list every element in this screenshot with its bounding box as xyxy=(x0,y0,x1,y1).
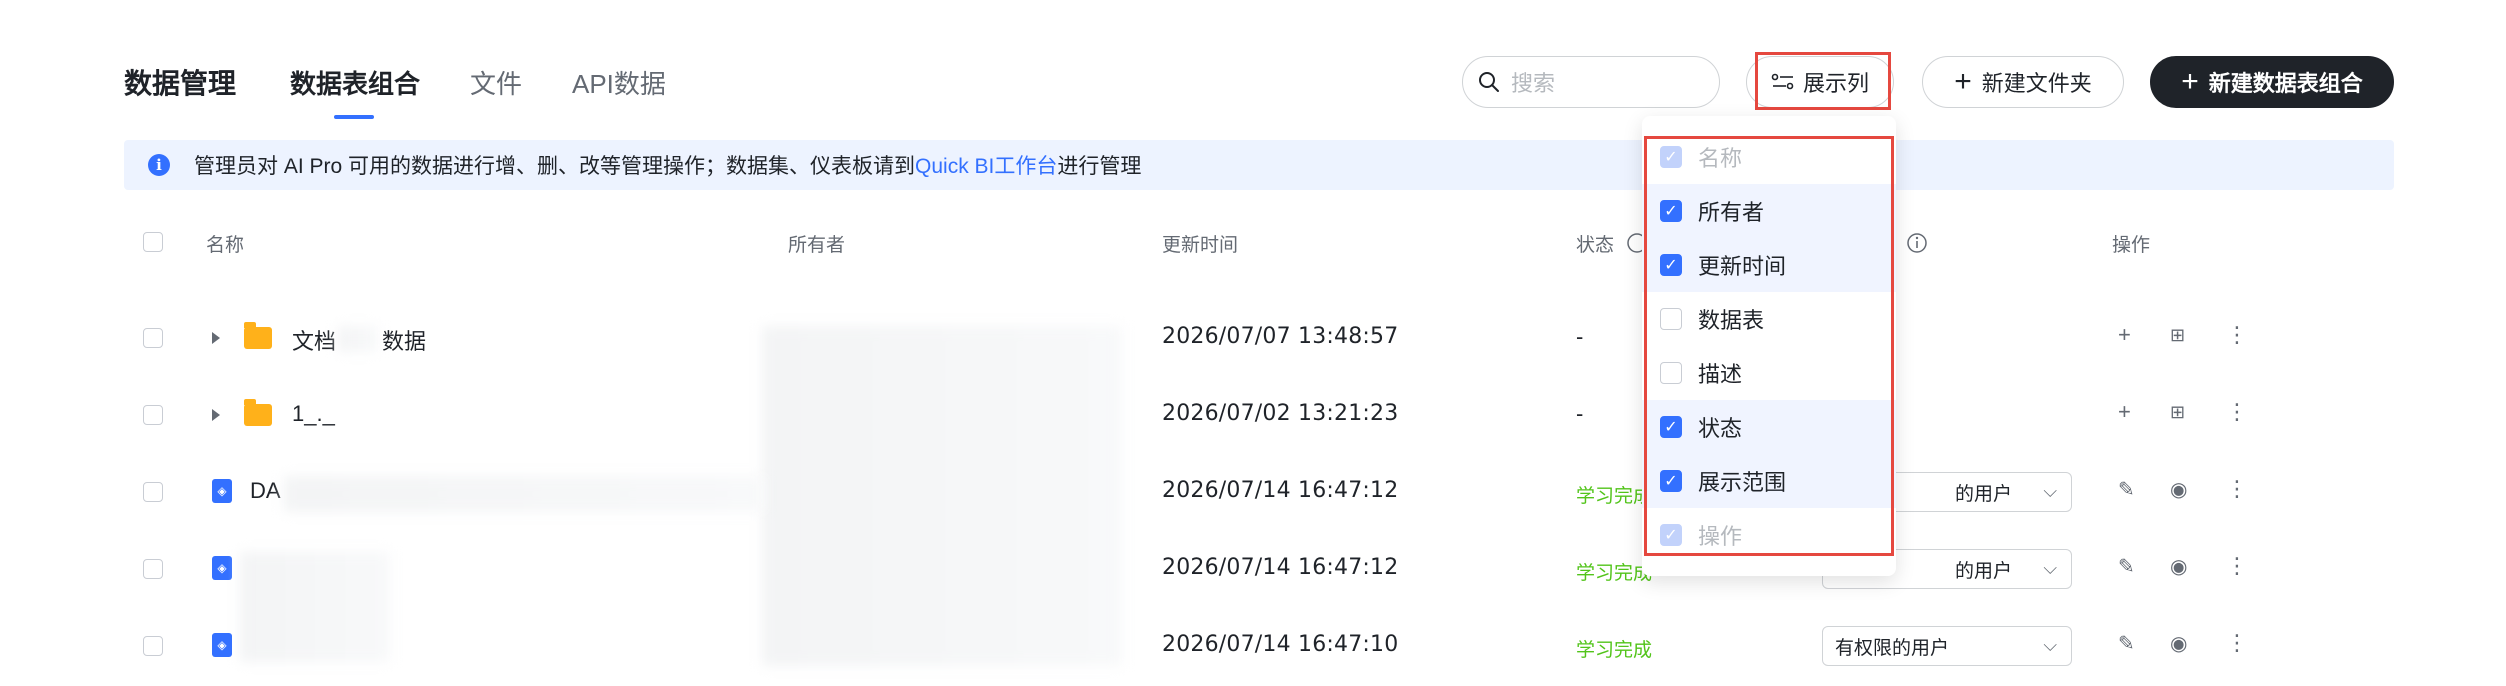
chevron-down-icon: ⌵ xyxy=(2043,558,2057,578)
expand-caret-icon[interactable] xyxy=(212,409,220,421)
row-status: - xyxy=(1576,324,1584,349)
info-icon: i xyxy=(148,154,170,176)
view-icon[interactable]: ◉ xyxy=(2170,634,2187,654)
new-subfolder-icon[interactable]: ⊞ xyxy=(2170,326,2185,344)
info-notice: i 管理员对 AI Pro 可用的数据进行增、删、改等管理操作；数据集、仪表板请… xyxy=(124,140,2394,190)
row-name-suffix[interactable]: 数据 xyxy=(382,324,426,356)
column-header-actions: 操作 xyxy=(2112,235,2151,256)
tab-data-table-combo[interactable]: 数据表组合 xyxy=(290,64,420,101)
new-combo-button[interactable]: + 新建数据表组合 xyxy=(2150,56,2394,108)
row-checkbox[interactable] xyxy=(143,328,163,348)
chevron-down-icon: ⌵ xyxy=(2043,635,2057,655)
row-checkbox[interactable] xyxy=(143,559,163,579)
more-icon[interactable]: ⋮ xyxy=(2226,555,2248,577)
edit-icon[interactable]: ✎ xyxy=(2118,480,2135,500)
scope-info-icon[interactable] xyxy=(1906,232,1928,254)
row-updated-time: 2026/07/07 13:48:57 xyxy=(1162,324,1399,349)
more-icon[interactable]: ⋮ xyxy=(2226,401,2248,423)
new-folder-label: 新建文件夹 xyxy=(1981,71,2092,96)
scope-value: 有权限的用户 xyxy=(1835,637,1950,659)
scope-value: 的用户 xyxy=(1955,560,2013,582)
row-name[interactable]: 文档 xyxy=(292,324,336,356)
row-checkbox[interactable] xyxy=(143,636,163,656)
search-icon xyxy=(1479,72,1499,92)
edit-icon[interactable]: ✎ xyxy=(2118,634,2135,654)
row-status: - xyxy=(1576,401,1584,426)
owner-redacted-area xyxy=(762,326,1122,666)
chevron-down-icon: ⌵ xyxy=(2043,481,2057,501)
row-checkbox[interactable] xyxy=(143,482,163,502)
scope-value: 的用户 xyxy=(1955,483,2013,505)
row-name[interactable]: DA xyxy=(250,478,281,504)
add-icon[interactable]: + xyxy=(2118,401,2131,423)
row-status: 学习完成 xyxy=(1576,563,1653,584)
dataset-icon: ◈ xyxy=(212,633,232,657)
name-redacted xyxy=(284,476,764,512)
row-status: 学习完成 xyxy=(1576,486,1653,507)
column-header-name: 名称 xyxy=(206,235,245,256)
view-icon[interactable]: ◉ xyxy=(2170,480,2187,500)
row-updated-time: 2026/07/14 16:47:12 xyxy=(1162,555,1399,580)
folder-icon xyxy=(244,322,272,349)
quick-bi-link[interactable]: Quick BI工作台 xyxy=(915,150,1057,180)
folder-icon xyxy=(244,399,272,426)
plus-icon: + xyxy=(2181,65,2199,98)
search-input[interactable]: 搜索 xyxy=(1462,56,1720,108)
name-redacted xyxy=(338,326,378,352)
name-redacted xyxy=(240,552,390,662)
more-icon[interactable]: ⋮ xyxy=(2226,324,2248,346)
highlight-annotation-dropdown xyxy=(1644,136,1894,556)
row-checkbox[interactable] xyxy=(143,405,163,425)
add-icon[interactable]: + xyxy=(2118,324,2131,346)
row-updated-time: 2026/07/14 16:47:12 xyxy=(1162,478,1399,503)
row-status: 学习完成 xyxy=(1576,640,1653,661)
more-icon[interactable]: ⋮ xyxy=(2226,478,2248,500)
edit-icon[interactable]: ✎ xyxy=(2118,557,2135,577)
more-icon[interactable]: ⋮ xyxy=(2226,632,2248,654)
page-title: 数据管理 xyxy=(124,68,237,99)
notice-text: 管理员对 AI Pro 可用的数据进行增、删、改等管理操作；数据集、仪表板请到 xyxy=(194,155,916,178)
expand-caret-icon[interactable] xyxy=(212,332,220,344)
tab-files[interactable]: 文件 xyxy=(470,64,522,101)
new-folder-button[interactable]: + 新建文件夹 xyxy=(1922,56,2124,108)
highlight-annotation-button xyxy=(1755,52,1891,110)
column-header-updated: 更新时间 xyxy=(1162,235,1239,256)
plus-icon: + xyxy=(1954,65,1972,98)
column-header-status: 状态 xyxy=(1576,235,1615,256)
new-combo-label: 新建数据表组合 xyxy=(2208,71,2363,96)
search-placeholder: 搜索 xyxy=(1511,71,1556,96)
dataset-icon: ◈ xyxy=(212,556,232,580)
row-name[interactable]: 1_._ xyxy=(292,401,335,427)
active-tab-indicator xyxy=(334,115,374,119)
new-subfolder-icon[interactable]: ⊞ xyxy=(2170,403,2185,421)
view-icon[interactable]: ◉ xyxy=(2170,557,2187,577)
row-updated-time: 2026/07/02 13:21:23 xyxy=(1162,401,1399,426)
scope-select[interactable]: 有权限的用户 ⌵ xyxy=(1822,626,2072,666)
select-all-checkbox[interactable] xyxy=(143,232,163,252)
notice-suffix: 进行管理 xyxy=(1057,155,1142,178)
column-header-owner: 所有者 xyxy=(788,235,846,256)
row-updated-time: 2026/07/14 16:47:10 xyxy=(1162,632,1399,657)
dataset-icon: ◈ xyxy=(212,479,232,503)
tab-api-data[interactable]: API数据 xyxy=(572,64,666,101)
